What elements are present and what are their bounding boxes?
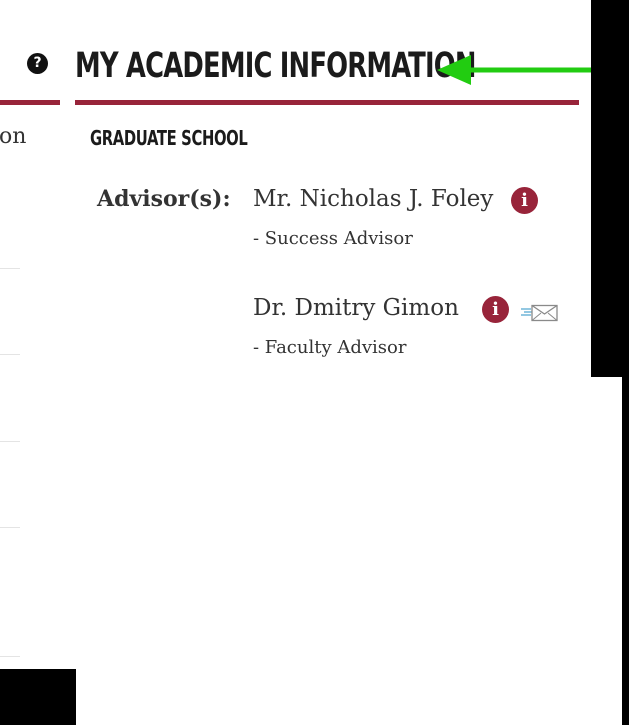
left-panel-underline bbox=[0, 100, 60, 105]
advisor-role: - Success Advisor bbox=[253, 228, 413, 249]
advisors-label: Advisor(s): bbox=[97, 186, 231, 212]
left-divider bbox=[0, 441, 20, 442]
left-divider bbox=[0, 354, 20, 355]
page-title: MY ACADEMIC INFORMATION bbox=[75, 46, 476, 86]
advisor-name: Dr. Dmitry Gimon bbox=[253, 295, 459, 321]
title-underline bbox=[75, 100, 579, 105]
left-divider bbox=[0, 656, 20, 657]
advisor-name: Mr. Nicholas J. Foley bbox=[253, 186, 494, 212]
help-question-icon[interactable]: ? bbox=[27, 53, 48, 74]
info-icon[interactable]: i bbox=[482, 296, 509, 323]
left-panel-text-fragment: ion bbox=[0, 124, 27, 149]
backdrop-bottom-left bbox=[0, 669, 76, 725]
advisor-role: - Faculty Advisor bbox=[253, 337, 407, 358]
backdrop-right-top bbox=[591, 0, 629, 377]
left-panel-text: ion bbox=[0, 124, 62, 149]
section-title: GRADUATE SCHOOL bbox=[90, 126, 248, 150]
left-divider bbox=[0, 268, 20, 269]
backdrop-right-bottom bbox=[622, 377, 629, 725]
left-divider bbox=[0, 527, 20, 528]
left-arrow-icon bbox=[437, 55, 591, 85]
info-icon[interactable]: i bbox=[511, 187, 538, 214]
email-icon[interactable] bbox=[521, 302, 559, 322]
left-panel: ? ion bbox=[0, 0, 62, 669]
